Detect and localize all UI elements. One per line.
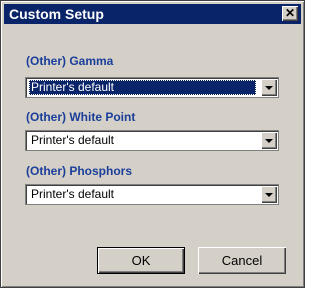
window-title: Custom Setup <box>9 6 104 22</box>
gamma-dropdown[interactable]: Printer's default <box>25 77 279 98</box>
ok-button[interactable]: OK <box>97 247 185 274</box>
phosphors-dropdown[interactable]: Printer's default <box>25 184 279 205</box>
gamma-label: (Other) Gamma <box>26 54 114 68</box>
title-bar[interactable]: Custom Setup ✕ <box>4 4 301 24</box>
white-point-dropdown[interactable]: Printer's default <box>25 130 279 151</box>
cancel-button[interactable]: Cancel <box>198 247 286 274</box>
phosphors-selected-value: Printer's default <box>31 187 114 201</box>
close-button[interactable]: ✕ <box>282 6 298 21</box>
custom-setup-dialog: Custom Setup ✕ (Other) Gamma Printer's d… <box>0 0 305 288</box>
chevron-down-icon[interactable] <box>261 132 277 149</box>
close-icon: ✕ <box>284 6 296 20</box>
white-point-selected-value: Printer's default <box>31 133 114 147</box>
gamma-selected-value: Printer's default <box>29 80 256 95</box>
phosphors-label: (Other) Phosphors <box>26 164 133 178</box>
chevron-down-icon[interactable] <box>261 79 277 96</box>
white-point-label: (Other) White Point <box>26 110 136 124</box>
chevron-down-icon[interactable] <box>261 186 277 203</box>
